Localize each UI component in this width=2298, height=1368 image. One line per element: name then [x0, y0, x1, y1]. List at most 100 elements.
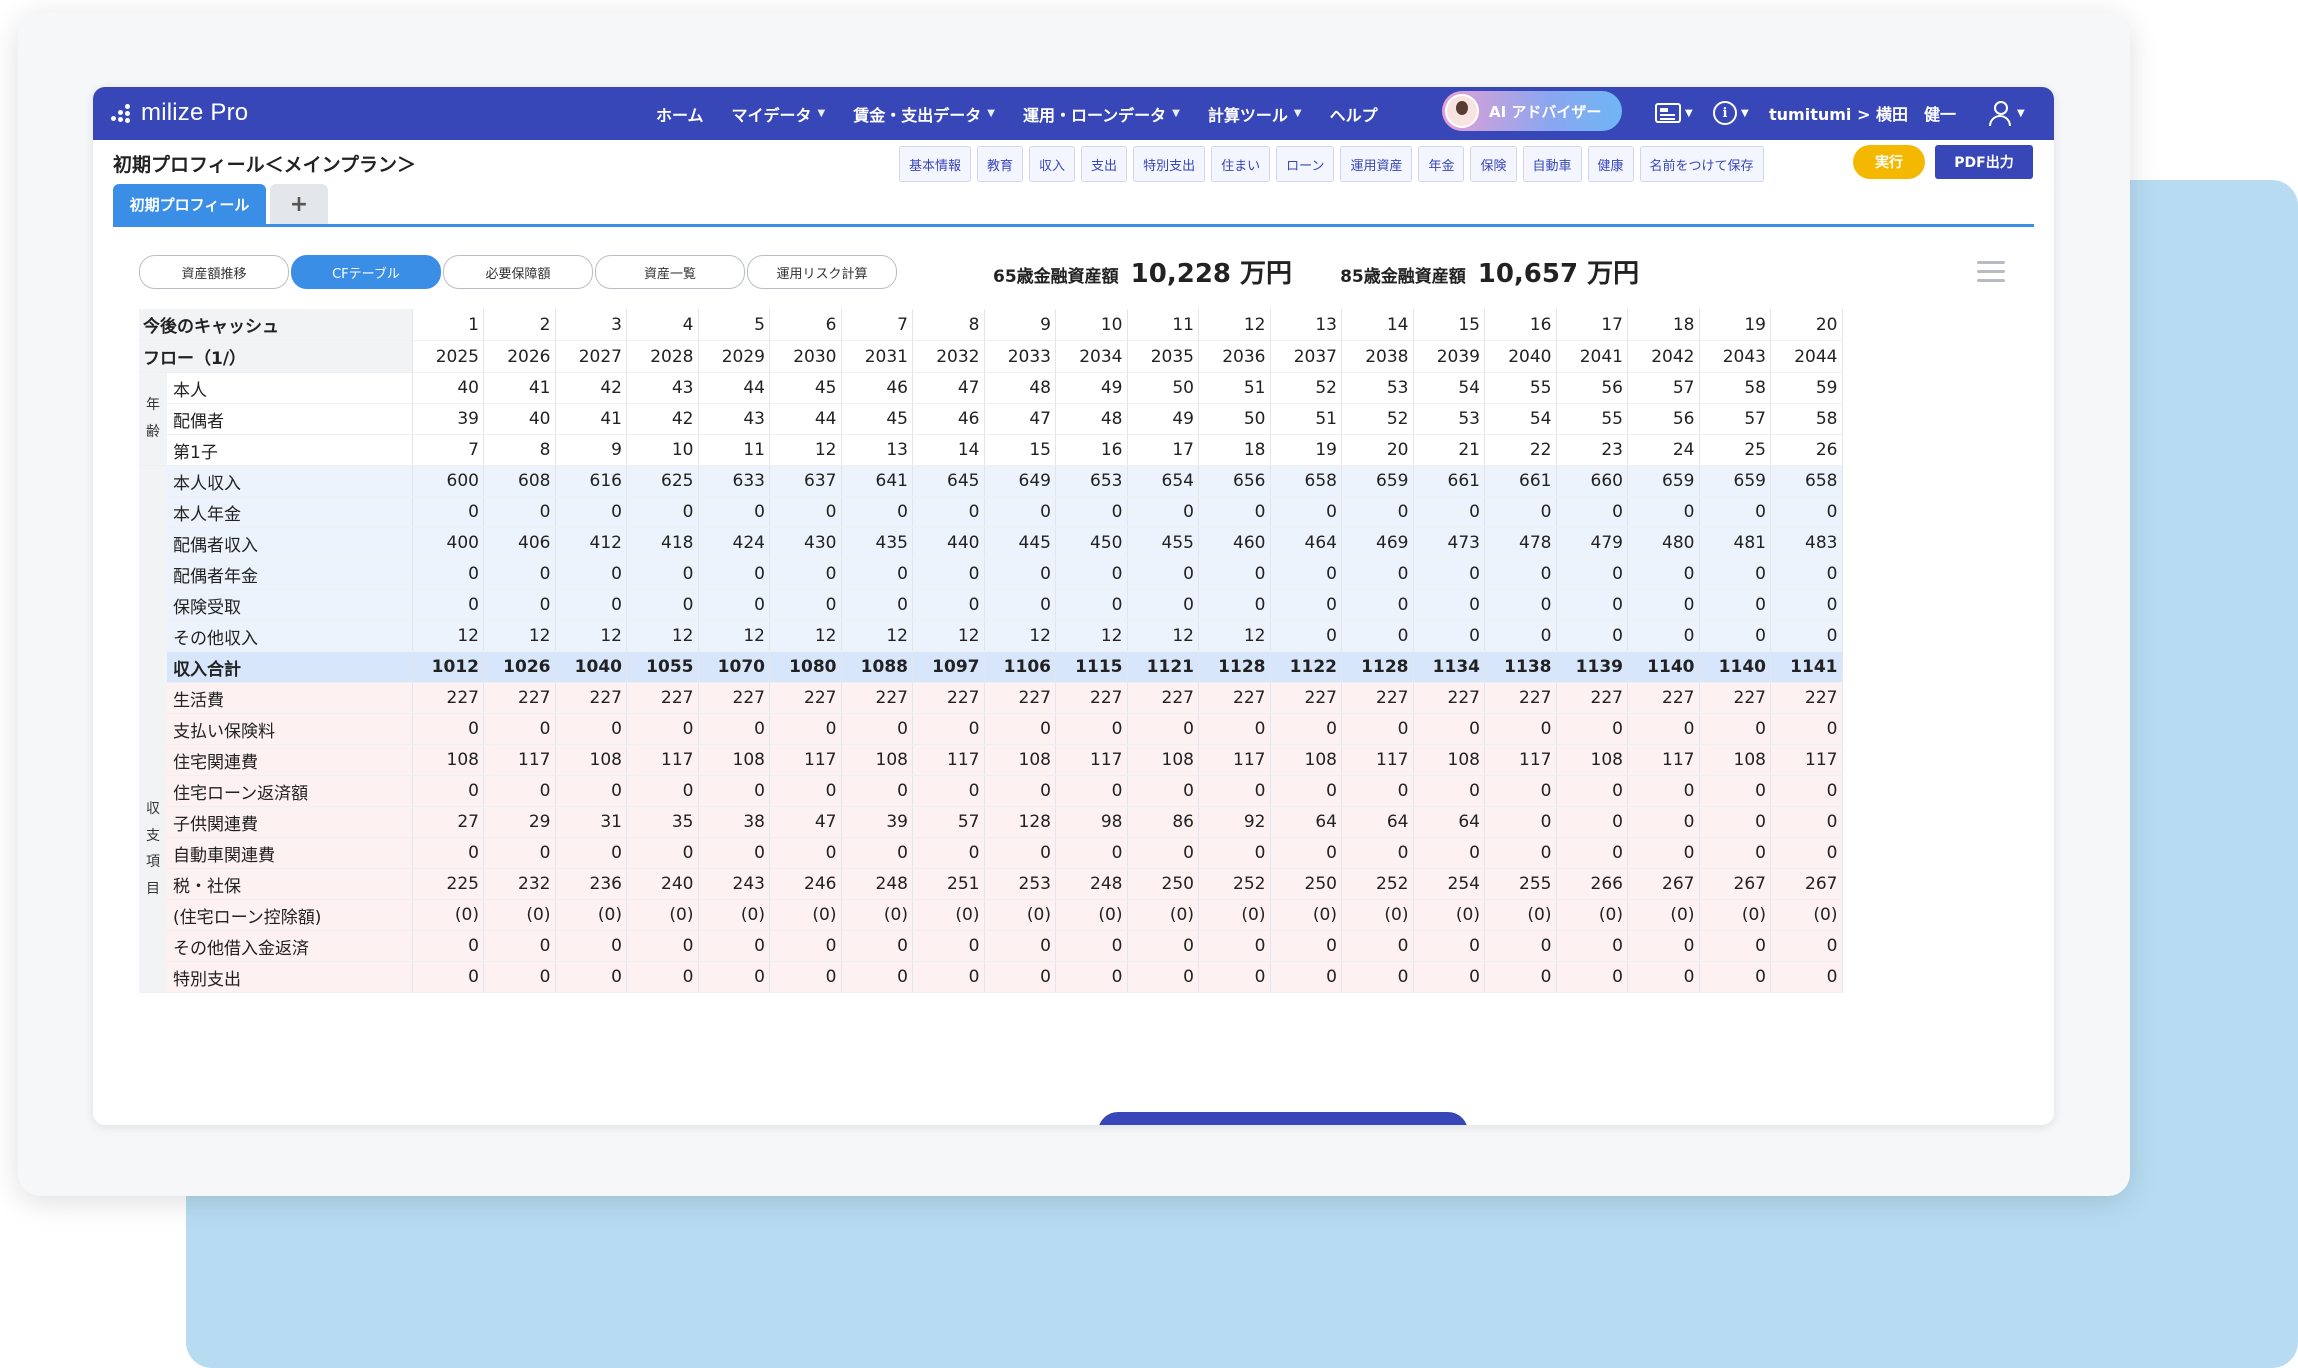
value-cell: 10 [626, 434, 699, 466]
value-cell: 0 [1413, 775, 1485, 807]
add-tab-button[interactable]: + [270, 184, 328, 224]
value-cell: (0) [1198, 899, 1271, 931]
nav-item-4[interactable]: 計算ツール ▼ [1208, 102, 1302, 126]
value-cell: 661 [1484, 465, 1557, 497]
value-cell: 0 [1055, 961, 1128, 993]
value-cell: 53 [1341, 372, 1414, 404]
account-menu[interactable]: ▼ [1987, 99, 2025, 127]
value-cell: 0 [1270, 558, 1342, 590]
value-cell: (0) [1699, 899, 1771, 931]
value-cell: 1097 [912, 651, 985, 683]
value-cell: 1139 [1556, 651, 1628, 683]
nav-item-5[interactable]: ヘルプ [1330, 102, 1378, 126]
section-button-7[interactable]: 運用資産 [1340, 146, 1413, 182]
document-menu[interactable]: ▼ [1655, 99, 1693, 127]
nav-item-label: ホーム [656, 105, 704, 125]
age85-asset-value: 10,657 万円 [1477, 259, 1640, 289]
value-cell: 39 [841, 806, 913, 838]
value-cell: 0 [1055, 589, 1128, 621]
section-button-2[interactable]: 収入 [1029, 146, 1076, 182]
info-menu[interactable]: i ▼ [1713, 99, 1749, 127]
nav-item-0[interactable]: ホーム [656, 102, 704, 126]
value-cell: 9 [555, 434, 627, 466]
section-button-1[interactable]: 教育 [977, 146, 1024, 182]
value-cell: 53 [1413, 403, 1485, 435]
value-cell: 0 [412, 713, 484, 745]
view-tab-4[interactable]: 運用リスク計算 [747, 255, 897, 289]
value-cell: 0 [1627, 713, 1700, 745]
value-cell: 0 [483, 775, 556, 807]
value-cell: 0 [912, 961, 985, 993]
value-cell: 52 [1270, 372, 1342, 404]
value-cell: 108 [555, 744, 627, 776]
value-cell: 0 [769, 713, 842, 745]
year-index-cell: 4 [626, 309, 699, 341]
nav-item-2[interactable]: 賃金・支出データ ▼ [853, 102, 995, 126]
hamburger-menu-icon[interactable] [1977, 261, 2005, 283]
row-label: 住宅ローン返済額 [167, 775, 413, 807]
section-button-3[interactable]: 支出 [1081, 146, 1128, 182]
value-cell: 424 [698, 527, 770, 559]
value-cell: 0 [912, 558, 985, 590]
nav-item-label: 運用・ローンデータ [1022, 105, 1167, 125]
value-cell: 0 [1699, 589, 1771, 621]
value-cell: 0 [698, 930, 770, 962]
ai-advisor-button[interactable]: AI アドバイザー [1442, 91, 1622, 131]
value-cell: 0 [1198, 558, 1271, 590]
value-cell: 227 [984, 682, 1056, 714]
value-cell: 108 [698, 744, 770, 776]
year-index-cell: 3 [555, 309, 627, 341]
nav-item-3[interactable]: 運用・ローンデータ ▼ [1023, 102, 1180, 126]
section-button-4[interactable]: 特別支出 [1133, 146, 1206, 182]
user-breadcrumb[interactable]: tumitumi > 横田 健一 [1769, 101, 1956, 125]
section-button-0[interactable]: 基本情報 [899, 146, 972, 182]
value-cell: 50 [1198, 403, 1271, 435]
value-cell: 108 [1270, 744, 1342, 776]
value-cell: 0 [1127, 558, 1199, 590]
section-button-9[interactable]: 保険 [1470, 146, 1517, 182]
value-cell: 0 [555, 930, 627, 962]
logo[interactable]: milize Pro [111, 95, 248, 131]
value-cell: (0) [1055, 899, 1128, 931]
value-cell: 400 [412, 527, 484, 559]
value-cell: 0 [1484, 930, 1557, 962]
value-cell: 455 [1127, 527, 1199, 559]
year-index-cell: 20 [1770, 309, 1843, 341]
run-button[interactable]: 実行 [1853, 145, 1925, 179]
value-cell: 653 [1055, 465, 1128, 497]
value-cell: 31 [555, 806, 627, 838]
value-cell: 117 [1770, 744, 1843, 776]
value-cell: 57 [1627, 372, 1700, 404]
value-cell: 659 [1341, 465, 1414, 497]
value-cell: 227 [698, 682, 770, 714]
view-tab-0[interactable]: 資産額推移 [139, 255, 289, 289]
value-cell: 0 [1198, 961, 1271, 993]
view-tab-3[interactable]: 資産一覧 [595, 255, 745, 289]
value-cell: 0 [1770, 589, 1843, 621]
value-cell: 12 [555, 620, 627, 652]
section-button-6[interactable]: ローン [1276, 146, 1335, 182]
table-row: 税・社保 225 232 236 240 243 246 248 251 253 248 250 252… [139, 868, 1843, 900]
value-cell: 43 [698, 403, 770, 435]
section-button-11[interactable]: 健康 [1587, 146, 1634, 182]
value-cell: 0 [1556, 930, 1628, 962]
value-cell: 108 [412, 744, 484, 776]
pdf-export-button[interactable]: PDF出力 [1935, 145, 2033, 179]
row-label: 自動車関連費 [167, 837, 413, 869]
view-tab-2[interactable]: 必要保障額 [443, 255, 593, 289]
row-label: 収入合計 [167, 651, 413, 683]
value-cell: 12 [912, 620, 985, 652]
value-cell: 42 [626, 403, 699, 435]
tab-initial-profile[interactable]: 初期プロフィール [113, 184, 266, 224]
ai-advisor-label: AI アドバイザー [1489, 102, 1602, 121]
value-cell: 659 [1627, 465, 1700, 497]
section-button-5[interactable]: 住まい [1211, 146, 1271, 182]
nav-item-1[interactable]: マイデータ ▼ [732, 102, 826, 126]
section-button-12[interactable]: 名前をつけて保存 [1639, 146, 1764, 182]
value-cell: 0 [412, 775, 484, 807]
view-tab-1[interactable]: CFテーブル [291, 255, 441, 289]
section-button-8[interactable]: 年金 [1418, 146, 1465, 182]
section-button-10[interactable]: 自動車 [1522, 146, 1582, 182]
value-cell: 248 [841, 868, 913, 900]
info-icon: i [1713, 101, 1737, 125]
